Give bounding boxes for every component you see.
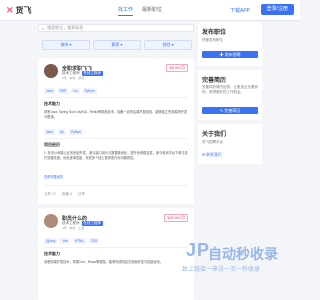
salary-badge: ¥8.0K/月: [166, 64, 188, 72]
filter-experience-label: 经验: [162, 42, 171, 47]
divider: [44, 138, 188, 139]
share-button[interactable]: 分享: [78, 192, 85, 197]
search-placeholder: 搜索职位，搜索标签: [47, 25, 84, 30]
watermark: JP 自动秒收录 致上链接一来访一次一秒收录: [176, 234, 300, 300]
skill-tags: Java Go Python: [44, 129, 83, 135]
read-more-link[interactable]: 查看完整经历: [44, 175, 188, 180]
panel-text: 快速发布职位: [202, 38, 223, 42]
watermark-text: 自动秒收录: [208, 246, 278, 262]
complete-resume-button[interactable]: ✎ 完善简历: [202, 107, 258, 114]
watermark-subtext: 致上链接一来访一次一秒收录: [182, 267, 261, 273]
status-badge: 在线工程师: [81, 71, 103, 76]
job-card[interactable]: 全职求职飞飞 技术工程师 在线工程师 2年 · 本科 · 深圳 ¥8.0K/月 …: [38, 58, 194, 204]
download-app-link[interactable]: 下载APP: [230, 7, 250, 14]
candidate-meta: 2年 · 本科 · 深圳: [62, 76, 85, 80]
app-logo[interactable]: ✕ 货飞: [6, 5, 32, 16]
top-bar: ✕ 货飞 找工作 最新职位 下载APP 登录/注册: [0, 0, 300, 21]
like-button[interactable]: 点赞 12: [44, 192, 56, 197]
skill-tag[interactable]: Java: [44, 129, 55, 135]
logo-mark-icon: ✕: [6, 5, 14, 15]
salary-badge: ¥25.0K/月: [164, 214, 188, 222]
filter-salary[interactable]: 薪资 ▾: [93, 40, 141, 50]
logo-text: 货飞: [15, 6, 32, 15]
skill-tag[interactable]: Python: [82, 88, 97, 94]
skill-tag[interactable]: HTML: [72, 238, 86, 244]
skill-tag[interactable]: jQuery: [44, 238, 58, 244]
section-title: 技术能力: [44, 101, 60, 106]
candidate-meta: 3年 · 本科 · 上海: [62, 226, 85, 230]
post-job-panel: 发布职位 快速发布职位 ✚ 发布招聘: [198, 22, 262, 66]
filter-experience[interactable]: 经验 ▾: [144, 40, 192, 50]
skill-tag[interactable]: Go: [71, 88, 80, 94]
post-job-button-label: 发布招聘: [224, 52, 241, 57]
divider: [44, 185, 188, 186]
divider: [44, 97, 188, 98]
complete-resume-button-label: 完善简历: [224, 108, 241, 113]
skill-tag[interactable]: Vue: [60, 238, 70, 244]
status-badge: 在线工程师: [81, 221, 103, 226]
avatar: [44, 64, 58, 78]
search-icon: ⌕: [42, 25, 45, 31]
about-panel: 关于我们 货飞招聘平台 ✉ 联系我们: [198, 124, 262, 164]
post-job-button[interactable]: ✚ 发布招聘: [202, 51, 258, 58]
login-register-button[interactable]: 登录/注册: [260, 4, 294, 15]
collect-button[interactable]: 收藏 8: [62, 192, 72, 197]
search-input[interactable]: ⌕ 搜索职位，搜索标签: [38, 24, 194, 32]
watermark-logo: JP: [186, 240, 211, 260]
panel-title: 完善简历: [202, 78, 227, 84]
filter-city[interactable]: 城市 ▾: [42, 40, 90, 50]
contact-us-link[interactable]: ✉ 联系我们: [202, 152, 221, 158]
resume-panel: 完善简历 完善你的简历信息，让更多企业看到你，获得更好的工作机会。 ✎ 完善简历: [198, 70, 262, 120]
skill-tag[interactable]: Python: [69, 129, 83, 135]
skill-tag[interactable]: Go: [57, 129, 66, 135]
panel-text: 货飞招聘平台: [202, 140, 223, 144]
skill-tag[interactable]: Java: [44, 88, 55, 94]
filter-salary-label: 薪资: [111, 42, 120, 47]
section-title: 项目经历: [44, 142, 60, 147]
section-text: 1. 负责公司核心业务系统开发，参与接口设计与数据库优化，提升系统稳定性。参与电…: [44, 151, 188, 160]
section-text: 熟悉Java, Spring Boot, MySQL, Redis等常用技术，具…: [44, 110, 188, 119]
nav-item-find-job[interactable]: 找工作: [118, 6, 134, 16]
panel-text: 完善你的简历信息，让更多企业看到你，获得更好的工作机会。: [202, 85, 258, 94]
divider: [44, 247, 188, 248]
skill-tags: jQuery Vue HTML CSS: [44, 238, 100, 244]
avatar: [44, 214, 58, 228]
panel-title: 发布职位: [202, 30, 227, 36]
filter-city-label: 城市: [60, 42, 69, 47]
job-card[interactable]: 职员什么的 技术工程师 在线工程师 3年 · 本科 · 上海 ¥25.0K/月 …: [38, 208, 194, 300]
filter-bar: 城市 ▾ 薪资 ▾ 经验 ▾: [38, 38, 194, 52]
skill-tag[interactable]: CSS: [88, 238, 100, 244]
section-text: 熟悉前端开发技术，掌握Vue、React等框架，能够完成响应式页面开发与性能优化…: [44, 260, 164, 264]
panel-title: 关于我们: [202, 132, 227, 138]
contact-us-label: 联系我们: [206, 153, 222, 157]
section-title: 技术能力: [44, 251, 60, 256]
nav-item-latest[interactable]: 最新职位: [142, 6, 162, 13]
skill-tags: Java PHP Go Python: [44, 88, 97, 94]
skill-tag[interactable]: PHP: [57, 88, 69, 94]
card-actions: 点赞 12 收藏 8 分享: [44, 192, 85, 197]
